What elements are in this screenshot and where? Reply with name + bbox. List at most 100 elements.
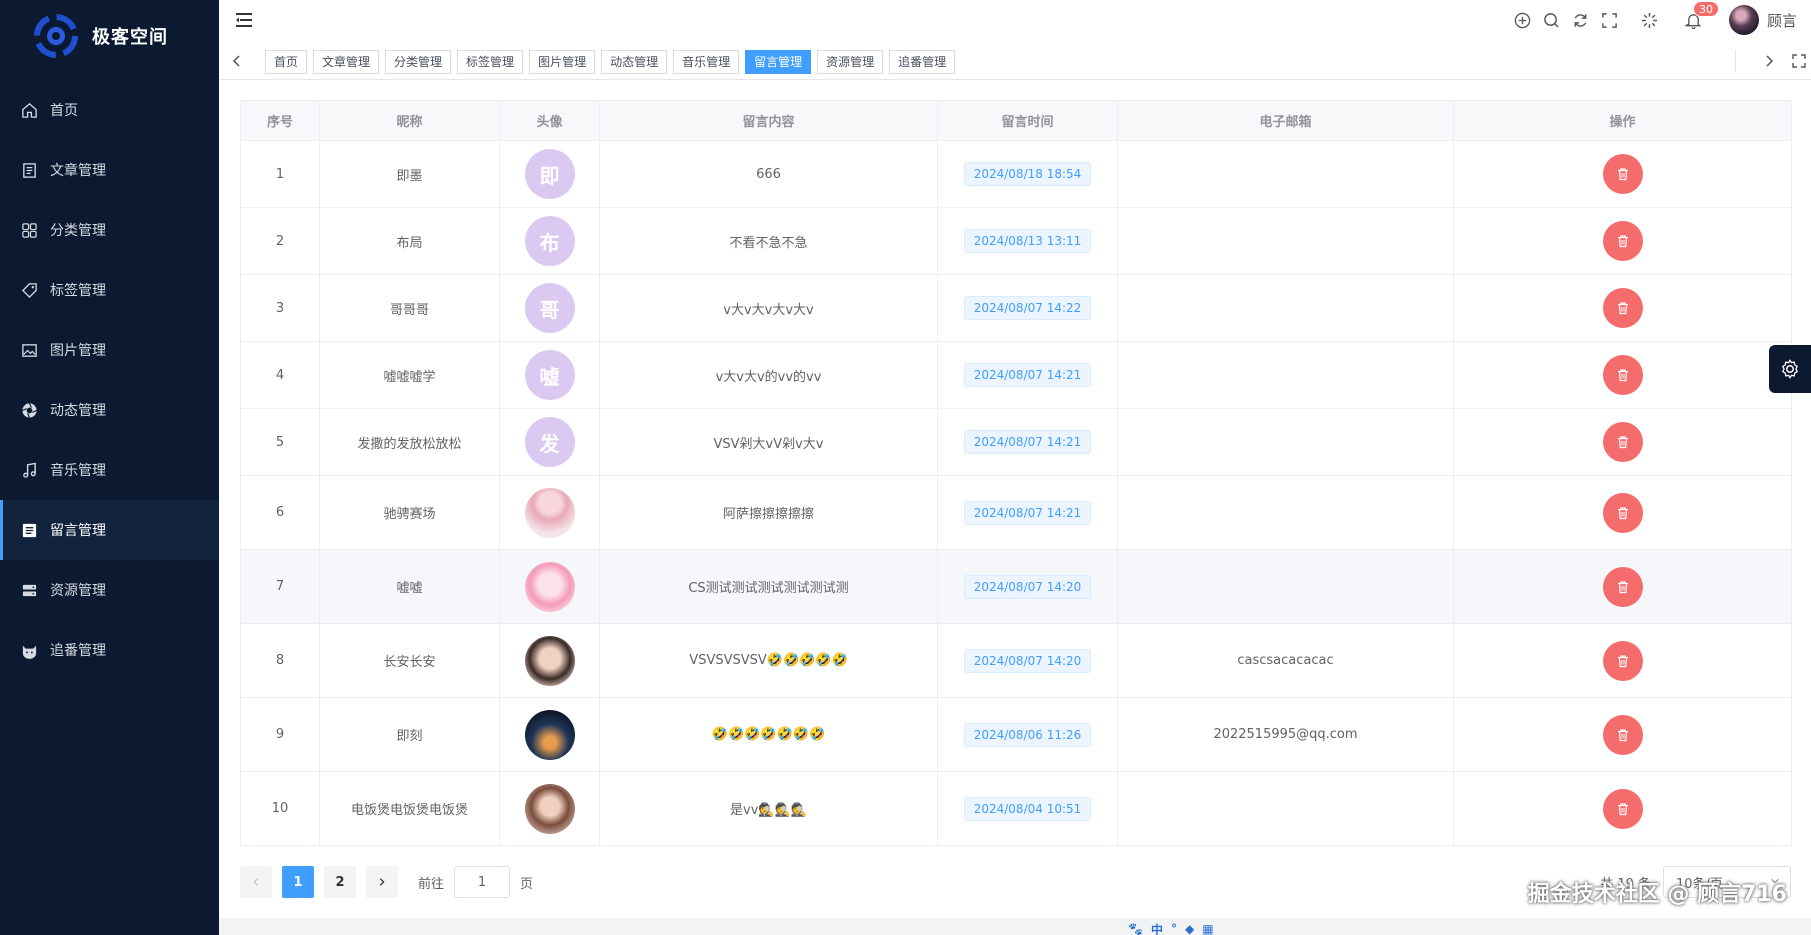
delete-button[interactable] [1602, 422, 1643, 462]
avatar-letter: 哥 [539, 297, 560, 322]
sidebar-item-label: 音乐管理 [50, 463, 106, 479]
tag-10[interactable]: 追番管理 [889, 50, 956, 74]
cell-time: 2024/08/07 14:21 [937, 408, 1118, 476]
cell-nickname: 哥哥哥 [319, 274, 500, 342]
cat-icon [20, 641, 38, 659]
cell-content: 🤣🤣🤣🤣🤣🤣🤣 [599, 697, 938, 772]
tag-8[interactable]: 留言管理 [745, 50, 812, 74]
settings-gear-icon[interactable] [1769, 345, 1811, 393]
goto-page-input[interactable] [454, 866, 511, 898]
chevron-right-icon[interactable] [1761, 53, 1777, 69]
cell-time: 2024/08/07 14:22 [937, 274, 1118, 342]
prev-page-button[interactable] [240, 866, 272, 898]
tag-2[interactable]: 文章管理 [313, 50, 380, 74]
tags-view-bar: 首页 文章管理 分类管理 标签管理 图片管理 动态管理 音乐管理 留言管理 资源管理 追番管理 [219, 44, 1811, 80]
avatar: 哥 [524, 283, 575, 333]
time-tag: 2024/08/13 13:11 [963, 229, 1092, 253]
ime-mode-icon[interactable]: 中 [1151, 921, 1163, 935]
cell-avatar: 嘘 [499, 341, 600, 409]
sidebar-item-2[interactable]: 文章管理 [0, 140, 219, 200]
delete-button[interactable] [1602, 492, 1643, 533]
cell-nickname: 布局 [319, 207, 500, 275]
ime-grid-icon[interactable]: ▦ [1202, 922, 1213, 935]
cell-email [1117, 771, 1454, 846]
document-icon [20, 161, 38, 179]
sidebar-item-8[interactable]: 留言管理 [0, 500, 219, 560]
time-tag: 2024/08/07 14:21 [963, 363, 1092, 387]
menu-toggle-icon[interactable] [236, 12, 254, 28]
trash-icon [1616, 368, 1630, 382]
cell-actions [1453, 771, 1792, 846]
avatar-letter: 布 [539, 230, 560, 255]
fullscreen-icon[interactable] [1601, 11, 1619, 29]
cell-avatar [499, 623, 600, 698]
tag-3[interactable]: 分类管理 [385, 50, 452, 74]
delete-button[interactable] [1602, 355, 1643, 395]
delete-button[interactable] [1602, 640, 1643, 681]
table-header-row: 序号 昵称 头像 留言内容 留言时间 电子邮箱 操作 [240, 100, 1792, 141]
cell-nickname: 嘘嘘嘘学 [319, 341, 500, 409]
sidebar-item-6[interactable]: 动态管理 [0, 380, 219, 440]
message-list-icon [20, 521, 38, 539]
refresh-icon[interactable] [1572, 11, 1590, 29]
cell-content: v大v大v大v大v [599, 274, 938, 342]
search-icon[interactable] [1543, 11, 1561, 29]
table-row: 8 长安长安 VSVSVSVSV🤣🤣🤣🤣🤣 2024/08/07 14:20 cascs… [240, 623, 1792, 698]
cell-time: 2024/08/04 10:51 [937, 771, 1118, 846]
delete-button[interactable] [1602, 154, 1643, 194]
page-suffix: 页 [520, 876, 534, 892]
sidebar-item-4[interactable]: 标签管理 [0, 260, 219, 320]
bell-icon[interactable]: 30 [1685, 1, 1719, 29]
tag-1[interactable]: 首页 [265, 50, 308, 74]
sidebar-item-9[interactable]: 资源管理 [0, 560, 219, 620]
sidebar-item-7[interactable]: 音乐管理 [0, 440, 219, 500]
col-header-actions: 操作 [1453, 100, 1792, 141]
expand-icon[interactable] [1791, 53, 1807, 69]
sidebar-item-10[interactable]: 追番管理 [0, 620, 219, 680]
cell-email [1117, 408, 1454, 476]
chevron-left-icon[interactable] [229, 53, 245, 69]
sidebar-item-label: 留言管理 [50, 523, 106, 539]
time-tag: 2024/08/06 11:26 [963, 722, 1092, 747]
cell-nickname: 发撒的发放松放松 [319, 408, 500, 476]
cell-content: CS测试测试测试测试测试测 [599, 549, 938, 624]
tag-5[interactable]: 图片管理 [529, 50, 596, 74]
tag-6[interactable]: 动态管理 [601, 50, 668, 74]
add-circle-icon[interactable] [1514, 11, 1532, 29]
delete-button[interactable] [1602, 788, 1643, 829]
loading-spinner-icon[interactable] [1641, 11, 1659, 29]
sidebar-item-1[interactable]: 首页 [0, 80, 219, 140]
header-actions: 30 顾言 [1503, 1, 1797, 36]
sidebar-item-3[interactable]: 分类管理 [0, 200, 219, 260]
user-name[interactable]: 顾言 [1767, 10, 1797, 31]
tag-4[interactable]: 标签管理 [457, 50, 524, 74]
delete-button[interactable] [1602, 221, 1643, 261]
watermark: 掘金技术社区 @ 顾言716 [1527, 882, 1787, 907]
avatar: 嘘 [524, 350, 575, 400]
table-row: 6 驰骋赛场 阿萨擦擦擦擦擦 2024/08/07 14:21 [240, 475, 1792, 550]
trash-icon [1616, 728, 1630, 742]
cell-avatar: 发 [499, 408, 600, 476]
tag-7[interactable]: 音乐管理 [673, 50, 740, 74]
brand[interactable]: 极客空间 [0, 0, 219, 72]
brand-title: 极客空间 [92, 27, 168, 48]
ime-emoji-icon[interactable]: ◆ [1185, 922, 1194, 935]
cell-avatar [499, 697, 600, 772]
trash-icon [1616, 506, 1630, 520]
notification-badge: 30 [1692, 1, 1719, 17]
delete-button[interactable] [1602, 288, 1643, 328]
page-button-1[interactable]: 1 [282, 866, 314, 898]
sidebar-item-5[interactable]: 图片管理 [0, 320, 219, 380]
page-button-2[interactable]: 2 [324, 866, 356, 898]
cell-actions [1453, 475, 1792, 550]
user-avatar[interactable] [1728, 5, 1759, 35]
ime-punct-icon[interactable]: ° [1171, 922, 1177, 935]
tag-9[interactable]: 资源管理 [817, 50, 884, 74]
ime-paw-icon[interactable]: 🐾 [1128, 922, 1143, 935]
next-page-button[interactable] [366, 866, 398, 898]
sidebar-item-label: 资源管理 [50, 583, 106, 599]
ime-toolbar: 🐾 中 ° ◆ ▦ [1128, 921, 1222, 935]
col-header-email: 电子邮箱 [1117, 100, 1454, 141]
delete-button[interactable] [1602, 566, 1643, 607]
delete-button[interactable] [1602, 714, 1643, 755]
